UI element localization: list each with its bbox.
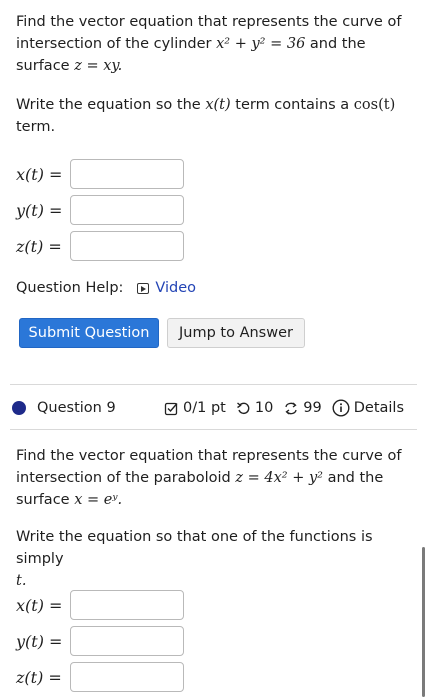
q9-row-z: z(t) = [16, 661, 184, 693]
q8-row-y: y(t) = [16, 194, 184, 226]
points-value: 0/1 pt [183, 400, 226, 416]
func-name: y(t) [16, 631, 44, 651]
q8-y-label: y(t) = [16, 201, 70, 220]
q9-instructions: Write the equation so that one of the fu… [16, 526, 414, 592]
question-help: Question Help: Video [16, 280, 196, 296]
q8-prompt-text: and the [305, 36, 366, 52]
equals-sign: = [43, 631, 63, 651]
divider [10, 384, 417, 385]
q8-surface-equation: z = xy. [74, 58, 123, 74]
q8-prompt-line3: surface z = xy. [16, 55, 414, 77]
q8-z-label: z(t) = [16, 237, 70, 256]
attempts-indicator: 99 [283, 400, 322, 416]
q8-instructions-line2: term. [16, 119, 56, 135]
retries-indicator: 10 [236, 400, 273, 416]
q9-prompt-line3: surface x = eʸ. [16, 489, 414, 511]
q8-row-x: x(t) = [16, 158, 184, 190]
q8-prompt-line2: intersection of the cylinder x² + y² = 3… [16, 33, 414, 55]
submit-question-button[interactable]: Submit Question [19, 318, 159, 348]
q9-header: Question 9 0/1 pt 10 99 Details [12, 395, 417, 421]
q8-cylinder-equation: x² + y² = 36 [216, 36, 306, 52]
q8-prompt-text: intersection of the cylinder [16, 36, 217, 52]
q9-prompt-text: and the [322, 470, 384, 486]
q8-z-input[interactable] [70, 231, 184, 261]
q8-instr-math: x(t) [205, 97, 231, 113]
checkbox-icon [164, 402, 178, 415]
attempts-icon [285, 402, 297, 414]
q9-title: Question 9 [37, 400, 116, 416]
q9-prompt-text: intersection of the paraboloid [16, 470, 236, 486]
q9-x-input[interactable] [70, 590, 184, 620]
video-link-label: Video [155, 280, 197, 296]
q8-instructions-line1: Write the equation so the x(t) term cont… [16, 94, 414, 116]
divider [10, 429, 417, 430]
q8-instr-math: cos(t) [353, 97, 396, 113]
q9-z-input[interactable] [70, 662, 184, 692]
equals-sign: = [43, 595, 63, 615]
q9-surface-equation: x = eʸ. [74, 492, 123, 508]
status-dot-icon [12, 401, 26, 415]
q9-prompt-line2: intersection of the paraboloid z = 4x² +… [16, 467, 414, 489]
attempts-value: 99 [303, 400, 322, 416]
points-indicator: 0/1 pt [164, 400, 226, 416]
q9-x-label: x(t) = [16, 596, 70, 615]
q8-x-input[interactable] [70, 159, 184, 189]
func-name: y(t) [16, 200, 44, 220]
q9-row-y: y(t) = [16, 625, 184, 657]
q8-prompt-text: surface [16, 58, 75, 74]
video-link[interactable]: Video [137, 280, 196, 296]
q9-row-x: x(t) = [16, 589, 184, 621]
q9-meta: 0/1 pt 10 99 Details [164, 399, 410, 417]
details-label: Details [353, 400, 405, 416]
q9-paraboloid-equation: z = 4x² + y² [235, 470, 323, 486]
q8-prompt-line1: Find the vector equation that represents… [16, 14, 402, 30]
q8-prompt: Find the vector equation that represents… [16, 11, 414, 77]
q8-instr-text: Write the equation so the [16, 97, 206, 113]
equals-sign: = [43, 236, 62, 256]
play-icon [137, 282, 150, 294]
info-icon [332, 399, 350, 417]
q8-y-input[interactable] [70, 195, 184, 225]
q9-prompt-text: surface [16, 492, 75, 508]
retry-icon [236, 401, 250, 414]
q8-row-z: z(t) = [16, 230, 184, 262]
q9-z-label: z(t) = [16, 668, 70, 687]
q9-y-label: y(t) = [16, 632, 70, 651]
q9-instructions-line1: Write the equation so that one of the fu… [16, 529, 373, 567]
func-name: x(t) [16, 595, 44, 615]
scrollbar[interactable] [422, 547, 425, 697]
retries-value: 10 [254, 400, 274, 416]
q8-instructions: Write the equation so the x(t) term cont… [16, 94, 414, 138]
q9-prompt-line1: Find the vector equation that represents… [16, 448, 402, 464]
equals-sign: = [43, 200, 63, 220]
equals-sign: = [43, 667, 62, 687]
func-name: z(t) [16, 667, 44, 687]
func-name: z(t) [16, 236, 44, 256]
question-help-label: Question Help: [16, 280, 124, 296]
q8-instr-text: term contains a [230, 97, 354, 113]
q9-prompt: Find the vector equation that represents… [16, 445, 414, 511]
func-name: x(t) [16, 164, 44, 184]
equals-sign: = [43, 164, 63, 184]
q9-y-input[interactable] [70, 626, 184, 656]
jump-to-answer-button[interactable]: Jump to Answer [167, 318, 305, 348]
details-button[interactable]: Details [332, 399, 404, 417]
q8-x-label: x(t) = [16, 165, 70, 184]
